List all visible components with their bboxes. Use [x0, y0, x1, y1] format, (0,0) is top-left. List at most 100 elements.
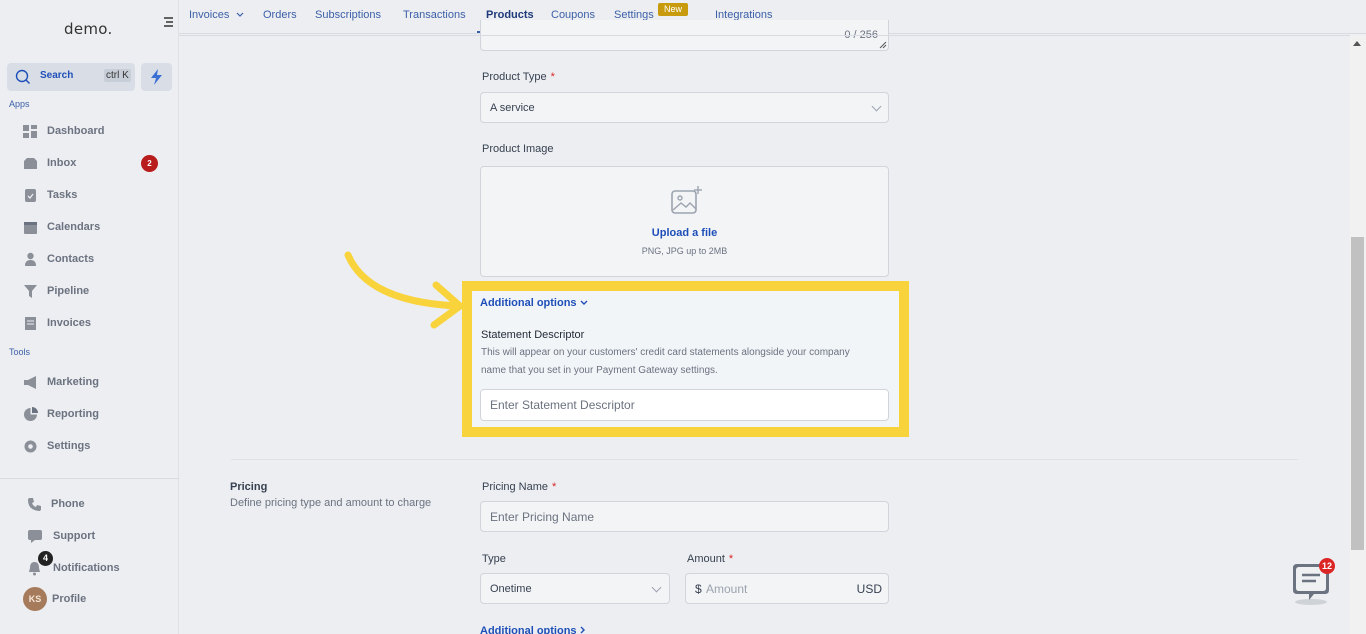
- sidebar-item-phone[interactable]: Phone: [27, 495, 147, 515]
- search-icon: [15, 69, 30, 84]
- chat-unread-badge: 12: [1319, 558, 1335, 574]
- pricing-name-input[interactable]: Enter Pricing Name: [480, 501, 889, 532]
- chevron-down-icon: [236, 12, 244, 17]
- sidebar-item-marketing[interactable]: Marketing: [22, 373, 162, 393]
- upload-file-link[interactable]: Upload a file: [481, 227, 888, 239]
- app-logo: demo.: [64, 20, 113, 38]
- required-marker: *: [552, 481, 557, 493]
- quick-actions-button[interactable]: [141, 63, 172, 91]
- topnav-border: [179, 35, 1350, 36]
- currency-symbol: $: [695, 582, 702, 596]
- pricing-additional-options-label: Additional options: [480, 625, 577, 634]
- product-image-label: Product Image: [482, 143, 554, 155]
- chevron-down-icon: [580, 300, 588, 305]
- sidebar-item-tasks[interactable]: Tasks: [22, 186, 162, 206]
- tab-label: Invoices: [189, 9, 230, 21]
- statement-descriptor-help: This will appear on your customers' cred…: [481, 347, 850, 376]
- pricing-type-select[interactable]: Onetime: [480, 573, 670, 604]
- pricing-type-value: Onetime: [490, 583, 532, 595]
- sidebar-item-label: Contacts: [47, 253, 95, 265]
- amount-input[interactable]: $ Amount USD: [685, 573, 889, 604]
- notifications-label: Notifications: [53, 562, 120, 574]
- statement-descriptor-title: Statement Descriptor: [481, 329, 585, 341]
- pricing-title: Pricing: [230, 481, 268, 493]
- sidebar-divider: [0, 478, 179, 479]
- resize-handle-icon[interactable]: [879, 41, 887, 49]
- inbox-icon: [24, 158, 37, 169]
- sidebar-item-label: Calendars: [47, 221, 101, 233]
- sidebar-item-settings[interactable]: Settings: [22, 437, 162, 457]
- search-label: Search: [40, 70, 74, 81]
- additional-options-label: Additional options: [480, 297, 577, 309]
- pricing-subtitle: Define pricing type and amount to charge: [230, 497, 432, 509]
- sidebar-item-dashboard[interactable]: Dashboard: [22, 122, 162, 142]
- section-apps: Apps: [9, 99, 30, 109]
- avatar[interactable]: KS: [23, 587, 47, 611]
- calendar-icon: [24, 222, 37, 234]
- pipeline-icon: [24, 285, 37, 298]
- chevron-right-icon: [580, 626, 585, 634]
- product-type-label: Product Type *: [482, 71, 555, 83]
- sidebar-item-inbox[interactable]: Inbox 2: [22, 154, 162, 174]
- tab-subscriptions[interactable]: Subscriptions: [315, 9, 381, 21]
- section-divider: [231, 459, 1298, 460]
- upload-hint: PNG, JPG up to 2MB: [641, 246, 728, 256]
- invoices-icon: [25, 317, 36, 330]
- sidebar-item-label: Inbox: [47, 157, 77, 169]
- sidebar-item-contacts[interactable]: Contacts: [22, 250, 162, 270]
- tab-transactions[interactable]: Transactions: [403, 9, 466, 21]
- chevron-down-icon: [651, 582, 662, 593]
- product-type-value: A service: [490, 102, 535, 114]
- sidebar-item-pipeline[interactable]: Pipeline: [22, 282, 162, 302]
- amount-label-text: Amount: [687, 553, 725, 565]
- statement-descriptor-input[interactable]: Enter Statement Descriptor: [480, 389, 889, 421]
- amount-placeholder: Amount: [706, 582, 748, 596]
- new-badge: New: [658, 3, 688, 16]
- sidebar-item-profile[interactable]: Profile: [52, 590, 132, 610]
- lightning-icon: [151, 69, 162, 85]
- image-upload-dropzone[interactable]: Upload a file PNG, JPG up to 2MB: [480, 166, 889, 277]
- sidebar-item-label: Invoices: [47, 317, 92, 329]
- sidebar-item-reporting[interactable]: Reporting: [22, 405, 162, 425]
- chevron-down-icon: [871, 101, 882, 112]
- sidebar-item-label: Dashboard: [47, 125, 105, 137]
- required-marker: *: [550, 71, 555, 83]
- dashboard-icon: [23, 125, 37, 138]
- pricing-name-placeholder: Enter Pricing Name: [490, 510, 595, 524]
- notifications-badge: 4: [38, 551, 53, 566]
- pricing-name-label: Pricing Name *: [482, 481, 556, 493]
- search-button[interactable]: Search ctrl K: [7, 63, 135, 91]
- additional-options-toggle[interactable]: Additional options: [480, 297, 588, 309]
- sidebar-item-label: Tasks: [47, 189, 78, 201]
- statement-descriptor-placeholder: Enter Statement Descriptor: [490, 398, 635, 412]
- currency-code: USD: [856, 582, 882, 596]
- phone-label: Phone: [51, 498, 85, 510]
- sidebar-item-calendars[interactable]: Calendars: [22, 218, 162, 238]
- collapse-menu-icon[interactable]: [161, 15, 175, 29]
- megaphone-icon: [24, 376, 36, 389]
- type-label: Type: [482, 553, 506, 565]
- required-marker: *: [728, 553, 734, 565]
- tab-invoices[interactable]: Invoices: [189, 9, 244, 21]
- sidebar-item-label: Pipeline: [47, 285, 90, 297]
- sidebar-item-support[interactable]: Support: [27, 527, 147, 547]
- sidebar-item-invoices[interactable]: Invoices: [22, 314, 162, 334]
- sidebar: demo. Search ctrl K Apps Dashboard Inbox…: [0, 0, 179, 634]
- product-type-label-text: Product Type: [482, 71, 547, 83]
- amount-label: Amount *: [687, 553, 733, 565]
- gear-icon: [24, 440, 37, 453]
- product-type-select[interactable]: A service: [480, 92, 889, 123]
- scroll-up-arrow[interactable]: [1353, 41, 1361, 46]
- search-shortcut: ctrl K: [104, 69, 131, 82]
- contacts-icon: [25, 252, 36, 266]
- section-tools: Tools: [9, 347, 31, 357]
- support-label: Support: [53, 530, 96, 542]
- pricing-additional-options-toggle[interactable]: Additional options: [480, 625, 586, 634]
- phone-icon: [28, 498, 41, 511]
- pricing-name-label-text: Pricing Name: [482, 481, 549, 493]
- scrollbar-thumb[interactable]: [1351, 237, 1364, 550]
- tab-orders[interactable]: Orders: [263, 9, 297, 21]
- tasks-icon: [25, 189, 36, 202]
- reporting-icon: [24, 407, 38, 421]
- support-icon: [28, 530, 42, 543]
